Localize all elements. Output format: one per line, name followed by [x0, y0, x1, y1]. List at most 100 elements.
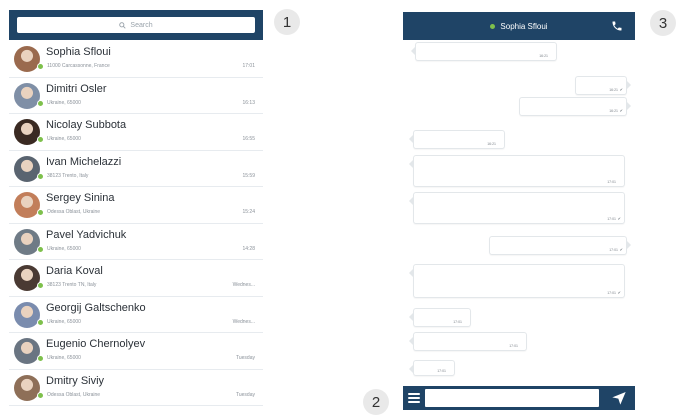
- contact-time: 15:59: [242, 172, 255, 179]
- search-bar: Search: [9, 10, 263, 40]
- incoming-message: 17:01 ✔: [409, 192, 625, 224]
- message-composer: [403, 386, 635, 410]
- contact-time: 16:13: [242, 99, 255, 106]
- send-icon[interactable]: [611, 390, 627, 406]
- contact-name: Georgij Galtschenko: [46, 301, 146, 314]
- incoming-message: 17:01 ✔: [409, 264, 625, 298]
- read-check-icon: ✔: [619, 108, 623, 113]
- contact-location: 38123 Trento, Italy: [47, 172, 89, 179]
- chat-header: Sophia Sfloui: [403, 12, 635, 40]
- contact-location: Odessa Oblast, Ukraine: [47, 209, 101, 215]
- contact-list: Sophia Sfloui 11000 Carcassonne, France 17…: [9, 41, 263, 406]
- outgoing-message: 17:01 ✔: [489, 236, 631, 255]
- contact-item[interactable]: Georgij Galtschenko Ukraine, 65000 Wednes.…: [9, 297, 263, 333]
- chat-contact-name: Sophia Sfloui: [500, 21, 548, 31]
- avatar: [14, 155, 40, 182]
- contact-time: 17:01: [242, 63, 255, 69]
- avatar: [14, 228, 40, 255]
- contact-item[interactable]: Eugenio Chernolyev Ukraine, 65000 Tuesday: [9, 333, 263, 370]
- read-check-icon: ✔: [619, 87, 623, 92]
- avatar: [14, 82, 40, 109]
- contact-location: Ukraine, 65000: [47, 245, 81, 252]
- message-time: 17:01: [607, 217, 616, 221]
- contact-item[interactable]: Dimitri Osler Ukraine, 65000 16:13: [9, 78, 263, 114]
- contact-item[interactable]: Sergey Sinina Odessa Oblast, Ukraine 15:24: [9, 187, 263, 224]
- chat-panel: Sophia Sfloui 16:21 16:21 ✔ 16:21 ✔ 16:21 17:0…: [403, 12, 635, 410]
- callout-2: 2: [363, 389, 389, 415]
- contact-name: Nicolay Subbota: [46, 119, 127, 131]
- read-check-icon: ✔: [617, 290, 621, 295]
- message-list: 16:21 16:21 ✔ 16:21 ✔ 16:21 17:01 17:01 ✔ 17:01 ✔ 1…: [403, 40, 635, 384]
- incoming-message: 16:21: [411, 42, 557, 61]
- menu-icon[interactable]: [408, 392, 420, 404]
- phone-icon[interactable]: [611, 20, 623, 32]
- message-time: 16:21: [539, 54, 548, 58]
- presence-dot: [37, 245, 44, 253]
- contact-location: Ukraine, 65000: [47, 318, 81, 325]
- contact-item[interactable]: Pavel Yadvichuk Ukraine, 65000 14:28: [9, 224, 263, 260]
- read-check-icon: ✔: [619, 247, 623, 252]
- incoming-message: 17:01: [409, 360, 455, 376]
- message-time: 16:21: [609, 88, 618, 92]
- message-time: 17:01: [453, 320, 462, 324]
- read-check-icon: ✔: [617, 216, 621, 221]
- contact-time: Tuesday: [236, 391, 255, 398]
- avatar: [14, 119, 40, 145]
- contact-item[interactable]: Dmitry Siviy Odessa Oblast, Ukraine Tuesda…: [9, 370, 263, 406]
- search-input[interactable]: Search: [17, 17, 255, 33]
- contact-name: Dmitry Siviy: [46, 374, 105, 387]
- contact-location: 38123 Trento TN, Italy: [47, 282, 97, 288]
- contact-name: Sophia Sfloui: [46, 46, 111, 58]
- message-time: 17:01: [607, 291, 616, 295]
- outgoing-message: 16:21 ✔: [519, 97, 631, 116]
- presence-dot: [37, 209, 44, 216]
- message-input[interactable]: [425, 389, 599, 407]
- presence-dot: [37, 391, 44, 399]
- search-placeholder: Search: [130, 21, 153, 29]
- outgoing-message: 16:21 ✔: [575, 76, 631, 95]
- search-icon: [119, 21, 127, 29]
- presence-dot: [37, 99, 44, 107]
- contact-location: Odessa Oblast, Ukraine: [47, 391, 101, 398]
- contact-list-panel: Search Sophia Sfloui 11000 Carcassonne, F…: [9, 10, 263, 414]
- contact-name: Eugenio Chernolyev: [46, 338, 146, 350]
- online-status-dot: [490, 23, 496, 29]
- contact-name: Daria Koval: [46, 265, 103, 277]
- message-time: 16:21: [609, 109, 618, 113]
- avatar: [14, 265, 40, 291]
- presence-dot: [37, 136, 44, 143]
- contact-time: Wednes...: [232, 318, 255, 325]
- contact-name: Pavel Yadvichuk: [46, 228, 127, 241]
- incoming-message: 17:01: [409, 308, 471, 327]
- presence-dot: [37, 318, 44, 326]
- message-time: 17:01: [509, 344, 518, 348]
- avatar: [14, 46, 40, 72]
- presence-dot: [37, 282, 44, 289]
- presence-dot: [37, 355, 44, 362]
- avatar: [14, 374, 40, 401]
- message-time: 17:01: [607, 180, 616, 184]
- contact-location: Ukraine, 65000: [47, 136, 81, 142]
- avatar: [14, 338, 40, 364]
- contact-time: 16:55: [242, 136, 255, 142]
- incoming-message: 16:21: [409, 130, 505, 149]
- presence-dot: [37, 63, 44, 70]
- contact-name: Ivan Michelazzi: [46, 155, 122, 168]
- contact-name: Sergey Sinina: [46, 192, 115, 204]
- contact-time: Wednes...: [232, 282, 255, 288]
- contact-time: Tuesday: [236, 355, 255, 361]
- message-time: 17:01: [437, 369, 446, 373]
- message-time: 16:21: [487, 142, 496, 146]
- contact-name: Dimitri Osler: [46, 82, 107, 95]
- callout-3: 3: [650, 10, 676, 36]
- contact-item[interactable]: Daria Koval 38123 Trento TN, Italy Wednes.…: [9, 260, 263, 297]
- avatar: [14, 301, 40, 328]
- contact-time: 14:28: [242, 245, 255, 252]
- presence-dot: [37, 172, 44, 180]
- message-time: 17:01: [609, 248, 618, 252]
- callout-1: 1: [274, 9, 300, 35]
- contact-item[interactable]: Nicolay Subbota Ukraine, 65000 16:55: [9, 114, 263, 151]
- incoming-message: 17:01: [409, 155, 625, 187]
- contact-item[interactable]: Ivan Michelazzi 38123 Trento, Italy 15:59: [9, 151, 263, 187]
- contact-item[interactable]: Sophia Sfloui 11000 Carcassonne, France 17…: [9, 41, 263, 78]
